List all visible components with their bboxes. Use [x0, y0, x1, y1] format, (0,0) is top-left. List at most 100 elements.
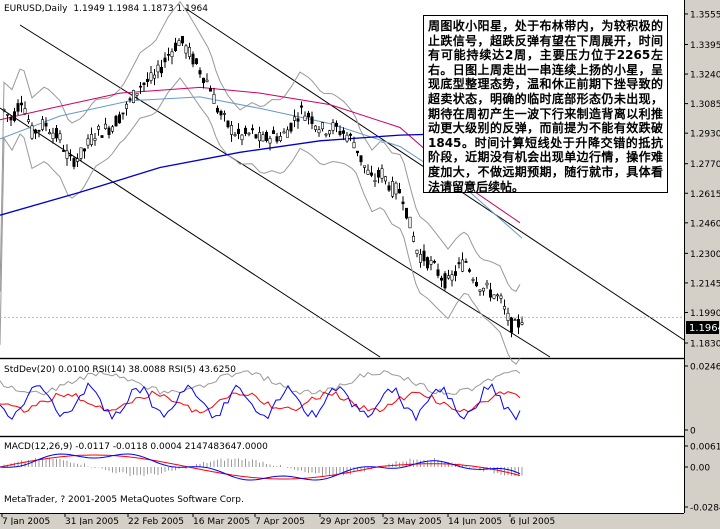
- chart-header: EURUSD,Daily 1.1949 1.1984 1.1873 1.1964: [4, 4, 208, 14]
- candle-body: [202, 77, 206, 84]
- candle-body: [506, 312, 510, 321]
- candle-body: [457, 262, 461, 265]
- candle-body: [174, 42, 178, 52]
- candle-body: [54, 128, 58, 139]
- candle-body: [125, 103, 129, 109]
- candle-body: [13, 111, 17, 121]
- candle-body: [23, 108, 27, 114]
- candle-body: [376, 169, 380, 178]
- candle-body: [212, 94, 216, 104]
- candle-body: [79, 147, 83, 159]
- candle-body: [397, 189, 401, 194]
- candle-body: [453, 271, 457, 276]
- time-tick-label: 6 Jul 2005: [510, 517, 555, 525]
- candle-body: [30, 125, 34, 139]
- ind2-tick-label: 0.0061: [690, 443, 720, 453]
- candle-body: [198, 70, 202, 75]
- candle-body: [509, 317, 513, 333]
- candle-body: [191, 53, 195, 65]
- candle-body: [310, 116, 314, 124]
- price-tick-label: 1.2770: [690, 160, 720, 170]
- candle-body: [299, 105, 303, 108]
- candle-body: [100, 135, 104, 138]
- candle-body: [184, 45, 188, 54]
- ind2-tick-label: -0.0284: [690, 504, 720, 514]
- candle-body: [264, 132, 268, 141]
- candle-body: [306, 112, 310, 118]
- candle-body: [6, 114, 10, 116]
- candle-body: [296, 118, 300, 122]
- candle-body: [331, 122, 335, 131]
- price-tick-label: 1.3395: [690, 41, 720, 51]
- candle-body: [271, 130, 275, 134]
- candle-body: [219, 111, 223, 116]
- candle-body: [289, 122, 293, 132]
- candle-body: [520, 322, 524, 325]
- candle-body: [334, 122, 338, 127]
- candle-body: [170, 51, 174, 58]
- price-tick-label: 1.2615: [690, 190, 720, 200]
- candle-body: [380, 168, 384, 179]
- candle-body: [33, 129, 37, 134]
- candle-body: [44, 122, 48, 127]
- candle-body: [327, 130, 331, 135]
- candle-body: [285, 129, 289, 138]
- current-price-label: 1.1964: [689, 323, 720, 334]
- annotation-box: 周图收小阳星，处于布林带内，为较积极的止跌信号，超跌反弹有望在下周展开，时间有可…: [423, 15, 668, 193]
- candle-body: [86, 138, 90, 146]
- candle-body: [216, 107, 220, 113]
- candle-body: [181, 35, 185, 44]
- candle-body: [439, 277, 443, 281]
- price-tick-label: 1.3085: [690, 100, 720, 110]
- price-tick-label: 1.3240: [690, 71, 720, 81]
- time-tick-label: 22 Feb 2005: [128, 517, 184, 525]
- candle-body: [251, 128, 255, 131]
- candle-body: [261, 134, 265, 142]
- candle-body: [76, 158, 80, 162]
- copyright-label: MetaTrader, ? 2001-2005 MetaQuotes Softw…: [4, 495, 244, 505]
- candle-body: [348, 133, 352, 136]
- candle-body: [83, 148, 87, 152]
- candle-body: [492, 294, 496, 299]
- candle-body: [471, 279, 475, 281]
- candle-body: [65, 150, 69, 159]
- candle-body: [69, 154, 73, 157]
- candle-body: [195, 58, 199, 64]
- candle-body: [502, 306, 506, 310]
- candle-body: [223, 113, 227, 115]
- candle-body: [481, 287, 485, 292]
- candle-body: [516, 319, 520, 328]
- candle-body: [233, 134, 237, 136]
- candle-body: [373, 180, 377, 182]
- candle-body: [355, 150, 359, 154]
- candle-body: [488, 289, 492, 298]
- ind1-tick-label: 0: [690, 427, 696, 437]
- candle-body: [464, 261, 468, 263]
- price-tick-label: 1.2460: [690, 219, 720, 229]
- candle-body: [114, 115, 118, 127]
- candle-body: [478, 289, 482, 292]
- candle-body: [408, 216, 412, 229]
- candle-body: [443, 273, 447, 289]
- ind1-tick-label: 0.0246: [690, 363, 720, 373]
- candle-body: [72, 158, 76, 167]
- candle-body: [90, 134, 94, 145]
- candle-body: [226, 120, 230, 128]
- candle-body: [111, 126, 115, 132]
- candle-body: [132, 90, 136, 103]
- candle-body: [177, 40, 181, 46]
- candle-body: [19, 102, 23, 106]
- candle-body: [320, 122, 324, 130]
- candle-body: [163, 57, 167, 63]
- candle-body: [485, 282, 489, 286]
- candle-body: [2, 109, 6, 111]
- candle-body: [303, 115, 307, 121]
- candle-body: [404, 207, 408, 219]
- indicator1-label: StdDev(20) 0.0100 RSI(14) 38.0088 RSI(5)…: [4, 365, 236, 375]
- candle-body: [26, 119, 30, 123]
- price-tick-label: 1.2930: [690, 130, 720, 140]
- candle-body: [40, 119, 44, 130]
- candle-body: [244, 127, 248, 134]
- candle-body: [160, 67, 164, 74]
- candle-body: [359, 155, 363, 163]
